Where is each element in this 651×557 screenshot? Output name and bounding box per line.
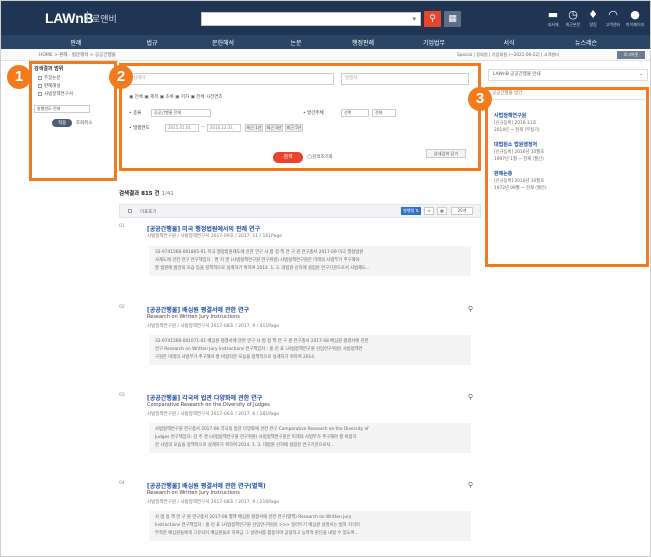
abstract-line: 연구 Research on Written Jury Instructions… <box>155 347 363 352</box>
top-bar: LAWnB 로앤비 ▾ ⚲ ▦ ▬ 내서재 ◷ 최근본문 ♦ 알림 ◠ 고객센터… <box>1 1 650 35</box>
abstract-line: 사 법 정 책 연 구 원 연구총서 2017-08 별책 배심원 평결서에 관… <box>155 515 352 520</box>
result-english-title: Research on Written Jury Instructions <box>147 490 240 496</box>
support-icon: ◠ <box>608 8 618 21</box>
result-abstract: 사 법 정 책 연 구 원 연구총서 2017-08 별책 배심원 평결서에 관… <box>149 511 471 541</box>
result-abstract: 32-9741568-001071-01 배심원 평결서에 관한 연구 사 법 … <box>149 335 471 365</box>
result-meta: 사법정책연구원 / 사법정책연구서 2017-08호 / 2017. 9 / 2… <box>147 500 280 505</box>
user-button[interactable]: ● 마이페이지 <box>626 9 644 28</box>
publication-guide-dropdown[interactable]: LAWnB 공공간행물 안내 ⌄ <box>488 69 648 81</box>
result-item: 03 [공공간행물] 각국의 법관 다양화에 관한 연구 ⚲ Comparati… <box>119 393 479 471</box>
menu-item-cases[interactable]: 판례 <box>51 38 101 47</box>
abstract-line: 한 사법의 모습을 정책적으로 설계하기 위하여 2014. 1. 3. 대법원… <box>155 443 335 448</box>
abstract-line: 32-9741568-001071-01 배심원 평결서에 관한 연구 사 법 … <box>155 339 369 344</box>
guide-label: LAWnB 공공간행물 안내 <box>493 72 541 77</box>
result-count: 검색결과 815 건 1/41 <box>119 189 174 197</box>
select-all-checkbox[interactable] <box>128 209 132 213</box>
page-frame: LAWnB 로앤비 ▾ ⚲ ▦ ▬ 내서재 ◷ 최근본문 ♦ 알림 ◠ 고객센터… <box>0 0 651 557</box>
result-meta: 사법정책연구원 / 사법정책연구서 2017-08호 / 2017. 9 / 4… <box>147 324 280 329</box>
library-button[interactable]: ▬ 내서재 <box>544 9 562 28</box>
result-meta: 사법정책연구원 / 사법정책연구서 2017-06호 / 2017. 6 / 2… <box>147 412 280 417</box>
result-abstract: 사법정책연구원 연구총서 2017-06 각국의 법관 다양화에 관한 연구 C… <box>149 423 471 453</box>
result-english-title: Comparative Research on the Diversity of… <box>147 402 270 408</box>
recent-label: 최근본문 <box>565 22 581 27</box>
chevron-down-icon[interactable]: ▾ <box>412 15 416 23</box>
result-number: 03 <box>119 393 125 398</box>
result-number: 02 <box>119 305 125 310</box>
result-number: 04 <box>119 481 125 486</box>
result-number: 01 <box>119 224 125 229</box>
abstract-line: 사법정책연구원 연구총서 2017-06 각국의 법관 다양화에 관한 연구 C… <box>155 427 369 432</box>
breadcrumb[interactable]: HOME > 판례 · 법문해석 > 공공간행물 <box>39 52 116 58</box>
list-icon: ≡ <box>427 208 431 213</box>
result-title[interactable]: [공공간행물] 배심원 평결서에 관한 연구(별책) <box>147 481 266 490</box>
per-page-select[interactable]: 20개 <box>451 207 473 215</box>
recent-icon: ◷ <box>568 8 578 21</box>
global-search-input[interactable]: ▾ <box>201 12 421 26</box>
result-meta: 사법정책연구원 / 사법정책연구서 2017-09호 / 2017. 11 / … <box>147 234 282 239</box>
result-title[interactable]: [공공간행물] 각국의 법관 다양화에 관한 연구 <box>147 393 262 402</box>
recent-button[interactable]: ◷ 최근본문 <box>564 9 582 28</box>
menu-item-papers[interactable]: 논문 <box>271 38 321 47</box>
page-indicator: 1/41 <box>161 191 174 197</box>
abstract-line: Instructions 연구책임자 : 홍 진 표 (사법정책연구원 선임연구… <box>155 523 360 528</box>
library-label: 내서재 <box>547 22 559 27</box>
user-status-links[interactable]: Special | 정회원 | 기업회원 (~2021-06-22) | 고객센… <box>457 52 559 58</box>
menu-item-admin-cases[interactable]: 행정판례 <box>338 38 388 47</box>
search-icon: ⚲ <box>429 14 436 24</box>
main-menu: 판례 법규 문헌해석 논문 행정판례 기업법무 서식 뉴스레슨 <box>1 35 650 49</box>
logo-divider <box>87 11 88 23</box>
view-toggle-alt[interactable]: ▦ <box>437 207 447 215</box>
view-toggle[interactable]: ≡ <box>424 207 434 215</box>
menu-item-corporate[interactable]: 기업법무 <box>409 38 459 47</box>
alarm-button[interactable]: ♦ 알림 <box>584 9 602 28</box>
grid-icon: ▦ <box>440 208 444 213</box>
breadcrumb-row: HOME > 판례 · 법문해석 > 공공간행물 Special | 정회원 |… <box>1 49 650 61</box>
menu-item-commentary[interactable]: 문헌해석 <box>198 38 248 47</box>
menu-grid-button[interactable]: ▦ <box>444 11 461 27</box>
result-title[interactable]: [공공간행물] 미국 행정법원에서의 판례 연구 <box>147 224 260 233</box>
highlight-box-3 <box>485 87 649 267</box>
search-button[interactable]: ⚲ <box>424 11 441 27</box>
result-count-text: 검색결과 815 건 <box>119 191 160 197</box>
toolbar-label[interactable]: 미표표기 <box>140 209 157 215</box>
step-badge-3: 3 <box>468 87 492 111</box>
logo-subtitle: 로앤비 <box>92 15 117 25</box>
result-english-title: Research on Written Jury Instructions <box>147 314 240 320</box>
result-abstract: 32-9741568-001865-01 미국 행정법원제도에 관한 연구 사 … <box>149 246 471 276</box>
abstract-line: 구원은 미래의 사법부가 추구해야 할 바람직한 모습을 정책적으로 설계하기 … <box>155 355 316 360</box>
library-icon: ▬ <box>547 8 559 21</box>
result-item: 04 [공공간행물] 배심원 평결서에 관한 연구(별책) ⚲ Research… <box>119 481 479 556</box>
menu-item-forms[interactable]: 서식 <box>484 38 534 47</box>
result-item: 02 [공공간행물] 배심원 평결서에 관한 연구 ⚲ Research on … <box>119 305 479 383</box>
abstract-line: 사제도에 관한 연구 연구책임자 : 편 지 영 (사법정책연구원 연구위원) … <box>155 258 360 263</box>
logout-button[interactable]: 로그아웃 <box>617 51 645 59</box>
result-item: 01 [공공간행물] 미국 행정법원에서의 판례 연구 사법정책연구원 / 사법… <box>119 224 479 296</box>
menu-item-statutes[interactable]: 법규 <box>127 38 177 47</box>
menu-item-news[interactable]: 뉴스레슨 <box>561 38 611 47</box>
highlight-box-1 <box>29 61 117 181</box>
abstract-line: 부족한 배심원들에게 고유되어 배심원들로 하여금 그 설명서를 활용하여 공정… <box>155 531 359 536</box>
support-button[interactable]: ◠ 고객센터 <box>604 9 622 28</box>
user-label: 마이페이지 <box>626 22 645 27</box>
step-badge-2: 2 <box>109 65 133 89</box>
step-badge-1: 1 <box>7 65 31 89</box>
zoom-icon[interactable]: ⚲ <box>468 305 473 313</box>
zoom-icon[interactable]: ⚲ <box>468 393 473 401</box>
support-label: 고객센터 <box>605 22 621 27</box>
alarm-icon: ♦ <box>588 8 598 21</box>
alarm-label: 알림 <box>589 22 597 27</box>
result-title[interactable]: [공공간행물] 배심원 평결서에 관한 연구 <box>147 305 249 314</box>
user-icon: ● <box>630 8 640 21</box>
abstract-line: Judges 연구책임자: 김 주 경 (사법정책연구원 연구위원) 사법정책연… <box>155 435 357 440</box>
chevron-down-icon: ⌄ <box>639 72 643 77</box>
sort-button[interactable]: 발행일 ⇅ <box>401 207 421 215</box>
abstract-line: 할 법원에 법관의 모습 등을 정책적으로 설계하기 위하여 2014. 1. … <box>155 266 371 271</box>
abstract-line: 32-9741568-001865-01 미국 행정법원제도에 관한 연구 사 … <box>155 250 364 255</box>
zoom-icon[interactable]: ⚲ <box>468 481 473 489</box>
grid-icon: ▦ <box>448 14 457 24</box>
highlight-box-2 <box>119 63 481 171</box>
